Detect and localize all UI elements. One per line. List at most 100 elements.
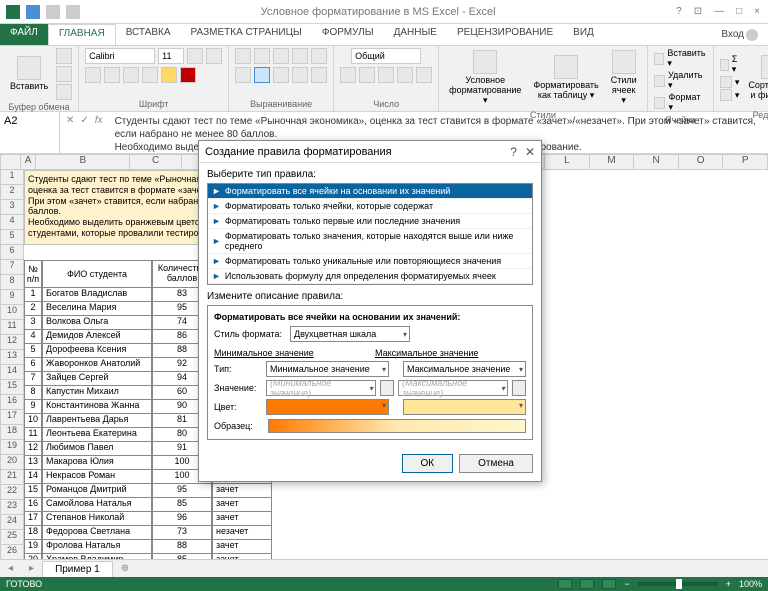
zoom-out-icon[interactable]: − — [624, 579, 629, 589]
rule-type-item[interactable]: ►Форматировать только первые или последн… — [208, 214, 532, 229]
min-color-combo[interactable] — [266, 399, 389, 415]
rule-type-item[interactable]: ►Использовать формулу для определения фо… — [208, 269, 532, 284]
underline-icon[interactable] — [123, 67, 139, 83]
rule-type-list[interactable]: ►Форматировать все ячейки на основании и… — [207, 183, 533, 285]
format-cells-button[interactable]: Формат ▾ — [654, 92, 707, 113]
row-header-18[interactable]: 18 — [0, 425, 24, 440]
border-icon[interactable] — [142, 67, 158, 83]
inc-decimal-icon[interactable] — [397, 67, 413, 83]
row-header-10[interactable]: 10 — [0, 305, 24, 320]
row-header-4[interactable]: 4 — [0, 215, 24, 230]
currency-icon[interactable] — [340, 67, 356, 83]
row-header-22[interactable]: 22 — [0, 485, 24, 500]
view-layout-icon[interactable] — [580, 579, 594, 589]
table-row[interactable]: 19 Фролова Наталья 88 зачет — [24, 540, 272, 554]
fx-icon[interactable]: fx — [95, 115, 103, 126]
row-header-17[interactable]: 17 — [0, 410, 24, 425]
view-normal-icon[interactable] — [558, 579, 572, 589]
increase-font-icon[interactable] — [187, 48, 203, 64]
align-right-icon[interactable] — [273, 67, 289, 83]
rule-type-item[interactable]: ►Форматировать все ячейки на основании и… — [208, 184, 532, 199]
table-row[interactable]: 18 Федорова Светлана 73 незачет — [24, 526, 272, 540]
dec-decimal-icon[interactable] — [416, 67, 432, 83]
max-value-input[interactable]: (Максимальное значение) — [398, 380, 508, 396]
conditional-format-button[interactable]: Условное форматирование ▾ — [445, 48, 525, 108]
number-format-combo[interactable]: Общий — [351, 48, 421, 64]
sheet-nav-prev-icon[interactable]: ◂ — [0, 563, 21, 574]
clear-icon[interactable] — [720, 89, 732, 101]
close-icon[interactable]: × — [754, 6, 760, 17]
col-header-N[interactable]: N — [634, 154, 679, 170]
rule-type-item[interactable]: ►Форматировать только значения, которые … — [208, 229, 532, 254]
row-header-19[interactable]: 19 — [0, 440, 24, 455]
paste-button[interactable]: Вставить — [6, 54, 52, 94]
ok-button[interactable]: ОК — [402, 454, 454, 473]
min-value-input[interactable]: (Минимальное значение) — [266, 380, 376, 396]
help-icon[interactable]: ? — [676, 6, 682, 17]
tab-formulas[interactable]: ФОРМУЛЫ — [312, 24, 384, 45]
ribbon-options-icon[interactable]: ⊡ — [694, 6, 702, 17]
cancel-button[interactable]: Отмена — [459, 454, 533, 473]
align-center-icon[interactable] — [254, 67, 270, 83]
cell-styles-button[interactable]: Стили ячеек ▾ — [607, 48, 641, 108]
redo-icon[interactable] — [66, 5, 80, 19]
zoom-slider[interactable] — [638, 582, 718, 586]
row-header-7[interactable]: 7 — [0, 260, 24, 275]
max-ref-button[interactable] — [512, 380, 526, 396]
rule-type-item[interactable]: ►Форматировать только ячейки, которые со… — [208, 199, 532, 214]
font-size-combo[interactable]: 11 — [158, 48, 184, 64]
copy-icon[interactable] — [56, 66, 72, 82]
col-header-C[interactable]: C — [130, 154, 181, 170]
font-color-icon[interactable] — [180, 67, 196, 83]
row-header-11[interactable]: 11 — [0, 320, 24, 335]
tab-file[interactable]: ФАЙЛ — [0, 24, 48, 45]
sheet-tab-active[interactable]: Пример 1 — [42, 561, 113, 577]
sort-filter-button[interactable]: Сортировка и фильтр ▾ — [744, 53, 768, 103]
fill-down-icon[interactable] — [720, 76, 732, 88]
select-all-corner[interactable] — [0, 154, 21, 170]
undo-icon[interactable] — [46, 5, 60, 19]
max-color-combo[interactable] — [403, 399, 526, 415]
align-left-icon[interactable] — [235, 67, 251, 83]
row-header-21[interactable]: 21 — [0, 470, 24, 485]
dialog-titlebar[interactable]: Создание правила форматирования ?✕ — [199, 141, 541, 163]
italic-icon[interactable] — [104, 67, 120, 83]
comma-icon[interactable] — [378, 67, 394, 83]
maximize-icon[interactable]: □ — [736, 6, 742, 17]
cancel-formula-icon[interactable]: ✕ — [66, 115, 74, 126]
format-as-table-button[interactable]: Форматировать как таблицу ▾ — [529, 53, 602, 103]
row-header-3[interactable]: 3 — [0, 200, 24, 215]
merge-icon[interactable] — [311, 67, 327, 83]
max-type-combo[interactable]: Максимальное значение — [403, 361, 526, 377]
row-header-20[interactable]: 20 — [0, 455, 24, 470]
sheet-nav-next-icon[interactable]: ▸ — [21, 563, 42, 574]
row-header-15[interactable]: 15 — [0, 380, 24, 395]
orientation-icon[interactable] — [292, 48, 308, 64]
insert-cells-button[interactable]: Вставить ▾ — [654, 48, 707, 69]
fill-color-icon[interactable] — [161, 67, 177, 83]
tab-layout[interactable]: РАЗМЕТКА СТРАНИЦЫ — [181, 24, 312, 45]
row-header-2[interactable]: 2 — [0, 185, 24, 200]
row-header-6[interactable]: 6 — [0, 245, 24, 260]
save-icon[interactable] — [26, 5, 40, 19]
percent-icon[interactable] — [359, 67, 375, 83]
format-painter-icon[interactable] — [56, 84, 72, 100]
min-type-combo[interactable]: Минимальное значение — [266, 361, 389, 377]
row-header-8[interactable]: 8 — [0, 275, 24, 290]
dialog-help-icon[interactable]: ? — [510, 145, 517, 159]
minimize-icon[interactable]: — — [714, 6, 724, 17]
tab-home[interactable]: ГЛАВНАЯ — [48, 24, 116, 45]
tab-data[interactable]: ДАННЫЕ — [384, 24, 447, 45]
min-ref-button[interactable] — [380, 380, 394, 396]
col-header-O[interactable]: O — [679, 154, 724, 170]
col-header-M[interactable]: M — [590, 154, 635, 170]
align-middle-icon[interactable] — [254, 48, 270, 64]
cut-icon[interactable] — [56, 48, 72, 64]
row-header-13[interactable]: 13 — [0, 350, 24, 365]
row-header-14[interactable]: 14 — [0, 365, 24, 380]
table-row[interactable]: 17 Степанов Николай 96 зачет — [24, 512, 272, 526]
style-format-combo[interactable]: Двухцветная шкала — [290, 326, 410, 342]
row-header-5[interactable]: 5 — [0, 230, 24, 245]
name-box[interactable]: A2 — [0, 112, 60, 153]
tab-insert[interactable]: ВСТАВКА — [116, 24, 181, 45]
